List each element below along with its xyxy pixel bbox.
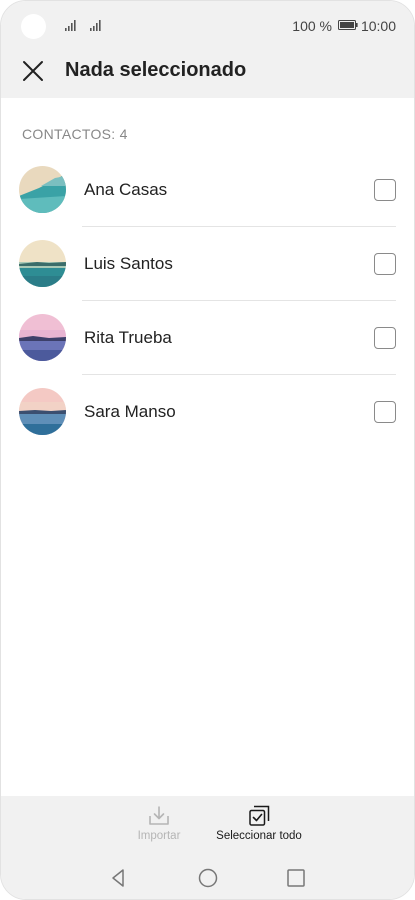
- contact-name: Rita Trueba: [84, 328, 172, 347]
- clock: 10:00: [360, 18, 396, 34]
- import-icon: [149, 806, 169, 825]
- contact-checkbox[interactable]: [374, 179, 396, 201]
- battery-icon: [338, 20, 358, 30]
- camera-cutout: [21, 14, 46, 39]
- avatar: [19, 240, 66, 287]
- avatar: [19, 388, 66, 435]
- select-all-icon: [249, 805, 270, 826]
- import-label: Importar: [137, 830, 181, 842]
- status-bar: 100 % 10:00: [1, 1, 414, 53]
- phone-screen: 100 % 10:00 Nada seleccionado CONTACTOS:…: [0, 0, 415, 900]
- import-button[interactable]: Importar: [131, 804, 187, 842]
- select-all-label: Seleccionar todo: [216, 830, 302, 842]
- contact-checkbox[interactable]: [374, 401, 396, 423]
- signal-icon: [90, 20, 101, 31]
- contact-checkbox[interactable]: [374, 253, 396, 275]
- avatar: [19, 166, 66, 213]
- battery-percent: 100 %: [292, 18, 332, 34]
- select-all-button[interactable]: Seleccionar todo: [209, 804, 309, 842]
- avatar: [19, 314, 66, 361]
- navigation-bar: [1, 866, 414, 890]
- home-icon[interactable]: [198, 868, 218, 888]
- close-icon[interactable]: [21, 59, 45, 83]
- contacts-count-label: CONTACTOS: 4: [22, 126, 128, 142]
- back-icon[interactable]: [109, 868, 129, 888]
- page-title: Nada seleccionado: [65, 59, 247, 81]
- contact-row[interactable]: Sara Manso: [1, 375, 414, 449]
- contact-name: Ana Casas: [84, 180, 168, 199]
- contact-row[interactable]: Rita Trueba: [1, 301, 414, 375]
- app-header: Nada seleccionado: [1, 53, 414, 98]
- contact-row[interactable]: Ana Casas: [1, 153, 414, 227]
- signal-icon: [65, 20, 76, 31]
- contact-row[interactable]: Luis Santos: [1, 227, 414, 301]
- recents-icon[interactable]: [286, 868, 306, 888]
- contact-list: Ana Casas Luis Santos Rita Trueba Sara M…: [1, 153, 414, 449]
- contact-name: Luis Santos: [84, 254, 173, 273]
- contact-name: Sara Manso: [84, 402, 176, 421]
- contact-checkbox[interactable]: [374, 327, 396, 349]
